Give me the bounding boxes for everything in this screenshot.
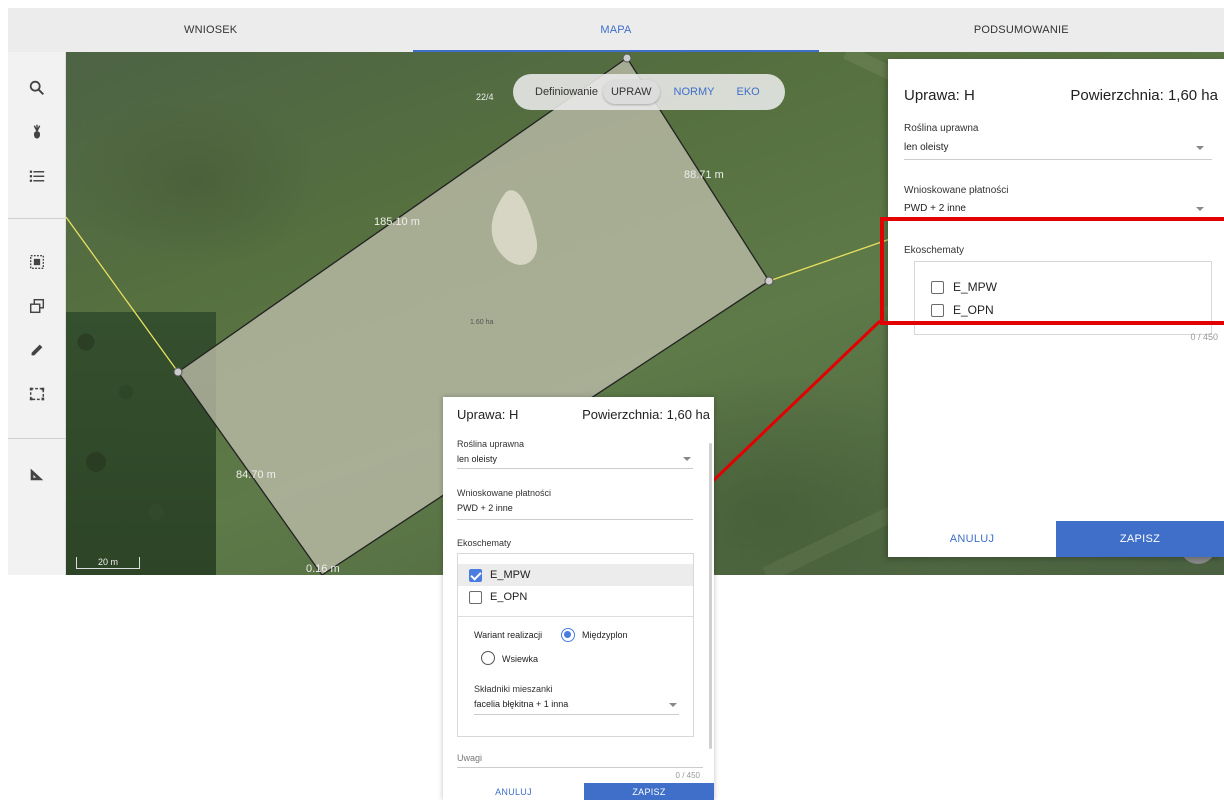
vertex-handle[interactable] xyxy=(173,367,183,377)
definition-label: Definiowanie xyxy=(535,86,598,98)
radio-miedzyplon[interactable] xyxy=(561,628,575,642)
panel-title: Uprawa: H xyxy=(904,87,975,104)
measurement-right: 88.71 m xyxy=(684,169,724,181)
save-button[interactable]: ZAPISZ xyxy=(1056,521,1224,557)
crop-label: Roślina uprawna xyxy=(904,123,979,134)
crop-select[interactable]: len oleisty xyxy=(904,142,948,153)
crop-select[interactable]: len oleisty xyxy=(457,454,497,464)
cancel-button[interactable]: ANULUJ xyxy=(443,783,584,800)
segment-eko[interactable]: EKO xyxy=(728,80,767,104)
chevron-down-icon[interactable] xyxy=(669,703,677,707)
notes-counter: 0 / 450 xyxy=(1190,332,1218,342)
measurement-left: 84.70 m xyxy=(236,469,276,481)
chevron-down-icon[interactable] xyxy=(1196,207,1204,211)
payments-label: Wnioskowane płatności xyxy=(904,185,1009,196)
notes-label: Uwagi xyxy=(457,753,483,763)
chevron-down-icon[interactable] xyxy=(683,457,691,461)
radio-label: Międzyplon xyxy=(582,630,628,640)
cancel-button[interactable]: ANULUJ xyxy=(888,521,1056,557)
parcel-number: 22/4 xyxy=(476,92,494,102)
radio-wsiewka[interactable] xyxy=(481,651,495,665)
payments-select[interactable]: PWD + 2 inne xyxy=(904,203,966,214)
boundary-line xyxy=(66,216,179,373)
zoom-panel-title: Uprawa: H xyxy=(457,407,519,422)
radio-label: Wsiewka xyxy=(502,654,539,664)
search-icon[interactable] xyxy=(8,70,66,106)
segment-normy[interactable]: NORMY xyxy=(666,80,723,104)
payments-select[interactable]: PWD + 2 inne xyxy=(457,503,513,513)
checkbox-e-opn[interactable] xyxy=(469,591,482,604)
dashed-rectangle-icon[interactable] xyxy=(8,376,66,412)
pencil-icon[interactable] xyxy=(8,332,66,368)
measure-icon[interactable] xyxy=(8,456,66,492)
eco-label: Ekoschematy xyxy=(457,538,512,548)
payments-label: Wnioskowane płatności xyxy=(457,488,552,498)
crop-label: Roślina uprawna xyxy=(457,439,525,449)
scrollbar[interactable] xyxy=(709,443,712,749)
measurement-bottom: 0.16 m xyxy=(306,563,340,575)
copy-shape-icon[interactable] xyxy=(8,288,66,324)
mix-select[interactable]: facelia błękitna + 1 inna xyxy=(474,699,568,709)
list-icon[interactable] xyxy=(8,158,66,194)
chevron-down-icon[interactable] xyxy=(1196,146,1204,150)
eco-options-box: E_MPW E_OPN Wariant realizacji Międzyplo… xyxy=(457,553,694,737)
zoomed-crop-panel: Uprawa: H Powierzchnia: 1,60 ha Roślina … xyxy=(443,397,714,800)
tab-mapa[interactable]: MAPA xyxy=(413,8,819,52)
definition-mode-switch: Definiowanie UPRAW NORMY EKO xyxy=(513,74,785,110)
vertex-handle[interactable] xyxy=(622,53,632,63)
zoom-panel-area: Powierzchnia: 1,60 ha xyxy=(582,407,710,422)
map-scale: 20 m xyxy=(76,557,140,569)
left-toolbar xyxy=(8,52,66,575)
options-divider xyxy=(458,616,693,617)
checkbox-e-mpw[interactable] xyxy=(469,569,482,582)
toolbar-divider xyxy=(8,438,66,439)
variant-label: Wariant realizacji xyxy=(474,630,543,640)
payments-underline xyxy=(457,519,693,520)
tab-wniosek[interactable]: WNIOSEK xyxy=(8,8,413,52)
measurement-top: 185.10 m xyxy=(374,216,420,228)
plant-icon[interactable] xyxy=(8,114,66,150)
boundary-line xyxy=(768,236,897,282)
toolbar-divider xyxy=(8,218,66,219)
crop-underline xyxy=(904,159,1212,160)
crop-underline xyxy=(457,468,693,469)
top-tabs: WNIOSEK MAPA PODSUMOWANIE xyxy=(8,8,1224,52)
notes-counter: 0 / 450 xyxy=(675,771,700,780)
vertex-handle[interactable] xyxy=(764,276,774,286)
parcel-area-label: 1.60 ha xyxy=(470,319,493,326)
mix-label: Składniki mieszanki xyxy=(474,684,553,694)
tab-podsumowanie[interactable]: PODSUMOWANIE xyxy=(819,8,1224,52)
panel-area: Powierzchnia: 1,60 ha xyxy=(1070,87,1218,104)
checkbox-label: E_MPW xyxy=(490,569,531,581)
segment-upraw[interactable]: UPRAW xyxy=(602,80,660,104)
mix-underline xyxy=(474,714,679,715)
notes-underline xyxy=(457,767,703,768)
save-button[interactable]: ZAPISZ xyxy=(584,783,714,800)
highlight-box xyxy=(880,217,1224,325)
select-area-icon[interactable] xyxy=(8,244,66,280)
checkbox-label: E_OPN xyxy=(490,591,528,603)
